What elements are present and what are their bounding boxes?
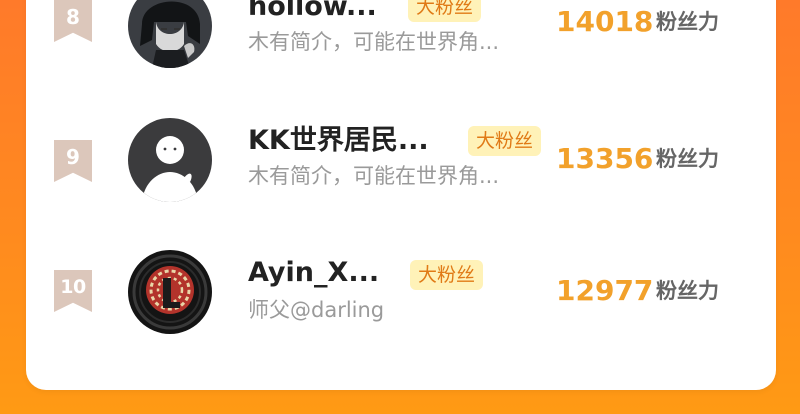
user-bio: 木有简介，可能在世界角...	[248, 164, 500, 188]
fan-power-score: 12977	[556, 274, 654, 307]
brain-logo-avatar-icon	[128, 250, 212, 334]
big-fan-badge: 大粉丝	[468, 126, 542, 156]
rank-badge: 10	[54, 270, 92, 312]
user-avatar[interactable]	[128, 250, 212, 334]
big-fan-badge: 大粉丝	[408, 0, 482, 22]
fan-power-label: 粉丝力	[656, 147, 719, 171]
user-avatar[interactable]	[128, 118, 212, 202]
user-bio: 师父@darling	[248, 298, 385, 322]
ranking-row[interactable]: 10 Ayin_X... 大粉丝 师父@darling 12977 粉丝力	[26, 242, 776, 342]
fan-power-label: 粉丝力	[656, 279, 719, 303]
anime-boy-avatar-icon	[128, 0, 212, 68]
ranking-row[interactable]: 9 KK世界居民... 大粉丝 木有简介，可能在世界角... 13356 粉丝力	[26, 110, 776, 210]
big-fan-badge: 大粉丝	[410, 260, 484, 290]
default-person-avatar-icon	[128, 118, 212, 202]
user-name: hollow...	[248, 0, 377, 22]
fan-power-score: 13356	[556, 142, 654, 175]
fan-power-score: 14018	[556, 5, 654, 38]
ranking-row[interactable]: 8 hollow... 大粉丝 木有简介，可能在世界角... 14018 粉丝力	[26, 0, 776, 70]
user-name: KK世界居民...	[248, 125, 429, 156]
rank-badge: 8	[54, 0, 92, 42]
user-name: Ayin_X...	[248, 257, 380, 288]
user-bio: 木有简介，可能在世界角...	[248, 30, 500, 54]
fan-power-label: 粉丝力	[656, 10, 719, 34]
rank-badge: 9	[54, 140, 92, 182]
fan-ranking-card: 8 hollow... 大粉丝 木有简介，可能在世界角... 14018 粉丝力…	[26, 0, 776, 390]
user-avatar[interactable]	[128, 0, 212, 68]
